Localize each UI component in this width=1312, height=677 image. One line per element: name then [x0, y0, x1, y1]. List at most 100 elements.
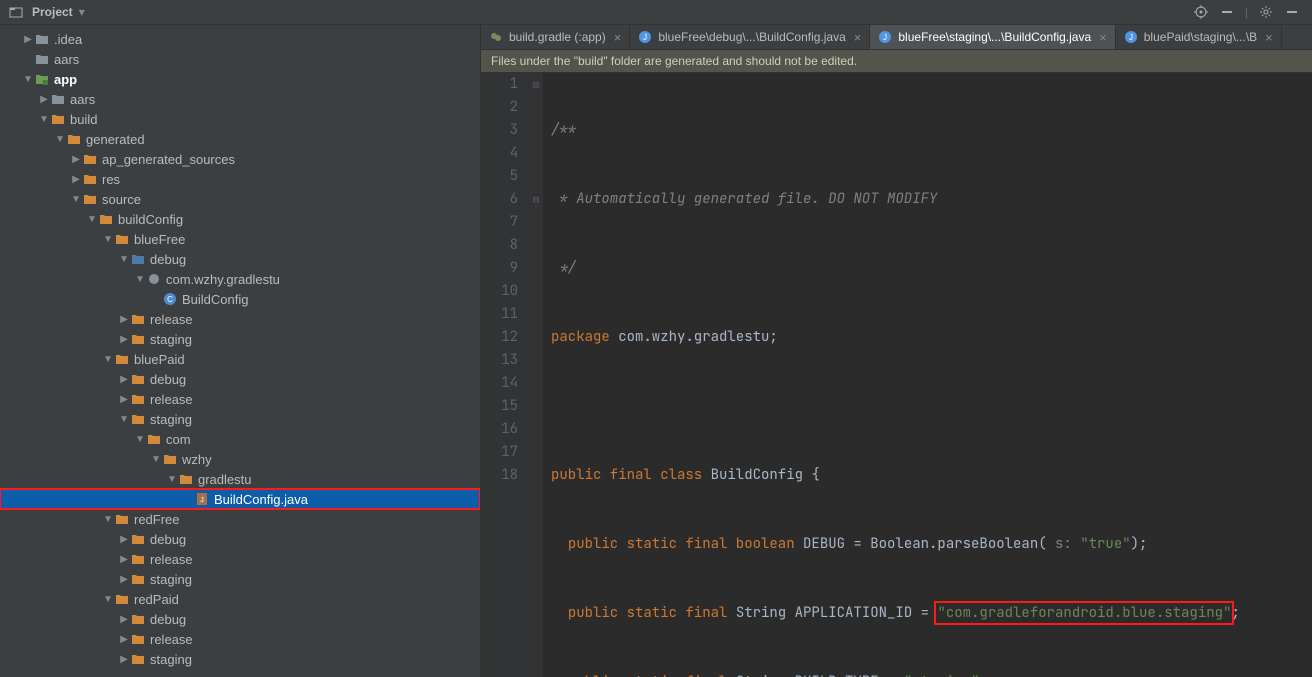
tree-item[interactable]: ▼source: [0, 189, 480, 209]
file-type-icon: [50, 91, 66, 107]
hide-icon[interactable]: [1284, 4, 1300, 20]
expand-arrow-icon[interactable]: ▶: [118, 374, 130, 385]
tree-item[interactable]: JBuildConfig.java: [0, 489, 480, 509]
tree-item[interactable]: ▼ generated: [0, 129, 480, 149]
tab-label: blueFree\debug\...\BuildConfig.java: [658, 30, 845, 44]
tree-item[interactable]: ▼staging: [0, 409, 480, 429]
expand-arrow-icon[interactable]: ▼: [102, 594, 114, 605]
file-type-icon: [82, 151, 98, 167]
expand-arrow-icon[interactable]: ▶: [118, 614, 130, 625]
tree-label: gradlestu: [198, 472, 251, 487]
tree-item[interactable]: ▼ build: [0, 109, 480, 129]
expand-arrow-icon[interactable]: ▶: [70, 154, 82, 165]
file-type-icon: [130, 551, 146, 567]
tree-item[interactable]: ▼app: [0, 69, 480, 89]
tree-item[interactable]: ▶.idea: [0, 29, 480, 49]
expand-arrow-icon[interactable]: ▶: [118, 534, 130, 545]
editor-tab[interactable]: build.gradle (:app)×: [481, 25, 630, 49]
tree-item[interactable]: ▼ gradlestu: [0, 469, 480, 489]
close-icon[interactable]: ×: [614, 30, 622, 45]
tree-item[interactable]: C BuildConfig: [0, 289, 480, 309]
tree-item[interactable]: ▶debug: [0, 609, 480, 629]
expand-arrow-icon[interactable]: ▶: [118, 314, 130, 325]
expand-arrow-icon[interactable]: ▶: [118, 574, 130, 585]
file-type-icon: [130, 531, 146, 547]
tree-item[interactable]: ▶release: [0, 629, 480, 649]
tree-item[interactable]: ▶staging: [0, 649, 480, 669]
editor-tab[interactable]: JblueFree\staging\...\BuildConfig.java×: [870, 25, 1115, 49]
tree-item[interactable]: ▼com: [0, 429, 480, 449]
expand-arrow-icon[interactable]: ▶: [118, 394, 130, 405]
file-type-icon: [162, 451, 178, 467]
gear-icon[interactable]: [1258, 4, 1274, 20]
expand-arrow-icon[interactable]: ▶: [118, 554, 130, 565]
expand-arrow-icon[interactable]: ▼: [166, 474, 178, 485]
expand-arrow-icon[interactable]: ▼: [86, 214, 98, 225]
tree-item[interactable]: ▼bluePaid: [0, 349, 480, 369]
tree-label: debug: [150, 252, 186, 267]
tree-item[interactable]: ▶aars: [0, 89, 480, 109]
expand-arrow-icon[interactable]: ▶: [118, 334, 130, 345]
file-icon: [489, 30, 503, 44]
tree-item[interactable]: ▼com.wzhy.gradlestu: [0, 269, 480, 289]
project-label: Project: [32, 5, 73, 19]
close-icon[interactable]: ×: [1265, 30, 1273, 45]
svg-text:C: C: [167, 295, 173, 304]
tree-item[interactable]: ▼redFree: [0, 509, 480, 529]
expand-arrow-icon[interactable]: ▶: [118, 634, 130, 645]
expand-arrow-icon[interactable]: ▼: [118, 254, 130, 265]
expand-arrow-icon[interactable]: ▶: [22, 34, 34, 45]
file-type-icon: C: [162, 291, 178, 307]
tree-item[interactable]: ▶ap_generated_sources: [0, 149, 480, 169]
tree-item[interactable]: ▶staging: [0, 329, 480, 349]
tree-item[interactable]: ▶release: [0, 549, 480, 569]
expand-arrow-icon[interactable]: ▼: [134, 274, 146, 285]
expand-arrow-icon[interactable]: ▼: [102, 514, 114, 525]
code-content[interactable]: /** * Automatically generated file. DO N…: [543, 73, 1312, 677]
expand-arrow-icon[interactable]: ▼: [102, 354, 114, 365]
dropdown-icon[interactable]: ▾: [79, 5, 85, 19]
tree-label: generated: [86, 132, 145, 147]
tree-item[interactable]: ▶debug: [0, 529, 480, 549]
file-type-icon: [82, 191, 98, 207]
tree-item[interactable]: aars: [0, 49, 480, 69]
tree-item[interactable]: ▼blueFree: [0, 229, 480, 249]
tree-item[interactable]: ▶debug: [0, 369, 480, 389]
code-editor[interactable]: 123456789101112131415161718 ⊟⊟ /** * Aut…: [481, 73, 1312, 677]
tab-label: blueFree\staging\...\BuildConfig.java: [898, 30, 1091, 44]
expand-arrow-icon[interactable]: ▶: [118, 654, 130, 665]
tree-item[interactable]: ▼wzhy: [0, 449, 480, 469]
file-type-icon: [130, 311, 146, 327]
file-icon: J: [1124, 30, 1138, 44]
expand-arrow-icon[interactable]: ▼: [54, 134, 66, 145]
collapse-icon[interactable]: [1219, 4, 1235, 20]
expand-arrow-icon[interactable]: ▼: [118, 414, 130, 425]
expand-arrow-icon[interactable]: ▼: [22, 74, 34, 85]
editor-tab[interactable]: JbluePaid\staging\...\B×: [1116, 25, 1282, 49]
tree-item[interactable]: ▶res: [0, 169, 480, 189]
tree-item[interactable]: ▼redPaid: [0, 589, 480, 609]
editor-tab[interactable]: JblueFree\debug\...\BuildConfig.java×: [630, 25, 870, 49]
file-type-icon: [114, 351, 130, 367]
close-icon[interactable]: ×: [1099, 30, 1107, 45]
expand-arrow-icon[interactable]: ▼: [70, 194, 82, 205]
fold-gutter[interactable]: ⊟⊟: [529, 73, 543, 677]
project-tree[interactable]: ▶.ideaaars▼app▶aars ▼ build ▼ generated ▶ap_g…: [0, 25, 481, 677]
tree-item[interactable]: ▼ debug: [0, 249, 480, 269]
tree-label: build: [70, 112, 97, 127]
tree-label: BuildConfig: [182, 292, 249, 307]
expand-arrow-icon[interactable]: ▶: [70, 174, 82, 185]
expand-arrow-icon[interactable]: ▼: [38, 114, 50, 125]
expand-arrow-icon[interactable]: ▶: [38, 94, 50, 105]
expand-arrow-icon[interactable]: ▼: [102, 234, 114, 245]
file-type-icon: [146, 431, 162, 447]
tree-item[interactable]: ▶release: [0, 309, 480, 329]
locate-icon[interactable]: [1193, 4, 1209, 20]
close-icon[interactable]: ×: [854, 30, 862, 45]
tree-item[interactable]: ▶staging: [0, 569, 480, 589]
expand-arrow-icon[interactable]: ▼: [134, 434, 146, 445]
tree-item[interactable]: ▼buildConfig: [0, 209, 480, 229]
tree-item[interactable]: ▶release: [0, 389, 480, 409]
project-icon: [8, 4, 24, 20]
expand-arrow-icon[interactable]: ▼: [150, 454, 162, 465]
